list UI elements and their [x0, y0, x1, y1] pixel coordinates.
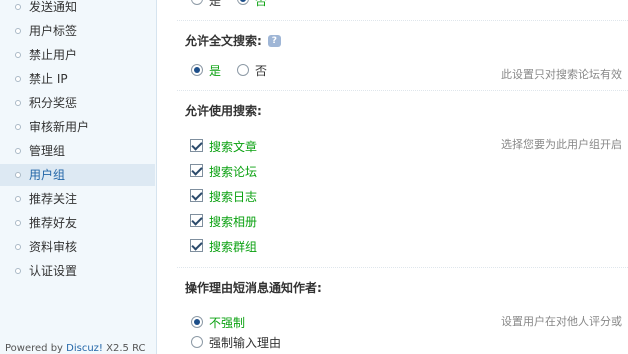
help-icon[interactable]: ?: [267, 35, 281, 47]
sidebar-item-label: 禁止 IP: [29, 72, 68, 86]
sidebar-item-moderate-new-users[interactable]: 审核新用户: [0, 116, 155, 138]
notify-forced-radio[interactable]: [191, 336, 203, 348]
bullet-icon: [15, 148, 21, 154]
bullet-icon: [15, 220, 21, 226]
sidebar-item-label: 推荐关注: [29, 192, 78, 206]
fulltext-search-yes-label: 是: [209, 64, 222, 78]
search-blog-label: 搜索日志: [209, 190, 258, 204]
sidebar-item-label: 用户标签: [29, 24, 78, 38]
sidebar-item-label: 发送通知: [29, 0, 78, 14]
fulltext-search-label-text: 允许全文搜索:: [185, 34, 262, 48]
fulltext-search-yes-radio[interactable]: [191, 64, 203, 76]
sidebar-item-profile-review[interactable]: 资料审核: [0, 236, 155, 258]
top-radio-no[interactable]: [237, 0, 249, 5]
sidebar-item-ban-user[interactable]: 禁止用户: [0, 44, 155, 66]
powered-brand-link[interactable]: Discuz!: [66, 343, 103, 354]
search-album-checkbox[interactable]: [190, 214, 203, 227]
sidebar-item-admin-groups[interactable]: 管理组: [0, 140, 155, 162]
powered-prefix: Powered by: [5, 343, 63, 354]
bullet-icon: [15, 28, 21, 34]
notify-author-description: 设置用户在对他人评分或: [501, 315, 622, 328]
search-forum-checkbox[interactable]: [190, 164, 203, 177]
bullet-icon: [15, 4, 21, 10]
sidebar-item-ban-ip[interactable]: 禁止 IP: [0, 68, 155, 90]
sidebar-item-label: 积分奖惩: [29, 96, 78, 110]
bullet-icon: [15, 268, 21, 274]
top-radio-yes-label: 是: [209, 0, 222, 8]
fulltext-search-label: 允许全文搜索:?: [185, 32, 281, 49]
divider: [177, 20, 628, 21]
sidebar-item-label: 推荐好友: [29, 216, 78, 230]
fulltext-search-no-label: 否: [255, 64, 268, 78]
notify-forced-label: 强制输入理由: [209, 336, 282, 350]
sidebar-item-label: 用户组: [29, 168, 66, 182]
sidebar-item-label: 审核新用户: [29, 120, 90, 134]
sidebar-item-label: 认证设置: [29, 264, 78, 278]
search-forum-label: 搜索论坛: [209, 165, 258, 179]
search-blog-checkbox[interactable]: [190, 189, 203, 202]
search-articles-label: 搜索文章: [209, 140, 258, 154]
sidebar-item-verification[interactable]: 认证设置: [0, 260, 155, 282]
sidebar-item-recommend-friends[interactable]: 推荐好友: [0, 212, 155, 234]
divider: [177, 90, 628, 91]
sidebar-item-user-groups[interactable]: 用户组: [0, 164, 155, 186]
top-radio-yes[interactable]: [191, 0, 203, 5]
bullet-icon: [15, 196, 21, 202]
divider: [177, 267, 628, 268]
sidebar-item-label: 禁止用户: [29, 48, 78, 62]
sidebar-item-label: 资料审核: [29, 240, 78, 254]
search-group-label: 搜索群组: [209, 240, 258, 254]
bullet-icon: [15, 100, 21, 106]
notify-author-label: 操作理由短消息通知作者:: [185, 281, 322, 295]
bullet-icon: [15, 124, 21, 130]
powered-version: X2.5 RC: [106, 343, 146, 354]
sidebar-item-recommend-follow[interactable]: 推荐关注: [0, 188, 155, 210]
sidebar-item-user-tags[interactable]: 用户标签: [0, 20, 155, 42]
fulltext-search-description: 此设置只对搜索论坛有效: [501, 68, 622, 81]
sidebar-item-label: 管理组: [29, 144, 66, 158]
search-articles-checkbox[interactable]: [190, 139, 203, 152]
bullet-icon: [15, 172, 21, 178]
sidebar-item-credits[interactable]: 积分奖惩: [0, 92, 155, 114]
sidebar: 发送通知 用户标签 禁止用户 禁止 IP 积分奖惩 审核新用户 管理组 用户组 …: [0, 0, 157, 354]
allow-search-label: 允许使用搜索:: [185, 104, 262, 118]
powered-by: Powered by Discuz! X2.5 RC: [5, 342, 146, 354]
bullet-icon: [15, 52, 21, 58]
bullet-icon: [15, 76, 21, 82]
bullet-icon: [15, 244, 21, 250]
search-group-checkbox[interactable]: [190, 239, 203, 252]
search-album-label: 搜索相册: [209, 215, 258, 229]
notify-not-forced-radio[interactable]: [191, 316, 203, 328]
sidebar-item-send-notice[interactable]: 发送通知: [0, 0, 155, 18]
fulltext-search-no-radio[interactable]: [237, 64, 249, 76]
allow-search-description: 选择您要为此用户组开启: [501, 138, 622, 151]
notify-not-forced-label: 不强制: [209, 316, 246, 330]
settings-panel: 是 否 允许全文搜索:? 是 否 此设置只对搜索论坛有效 允许使用搜索: 选择您…: [157, 0, 628, 354]
top-radio-no-label: 否: [255, 0, 268, 8]
